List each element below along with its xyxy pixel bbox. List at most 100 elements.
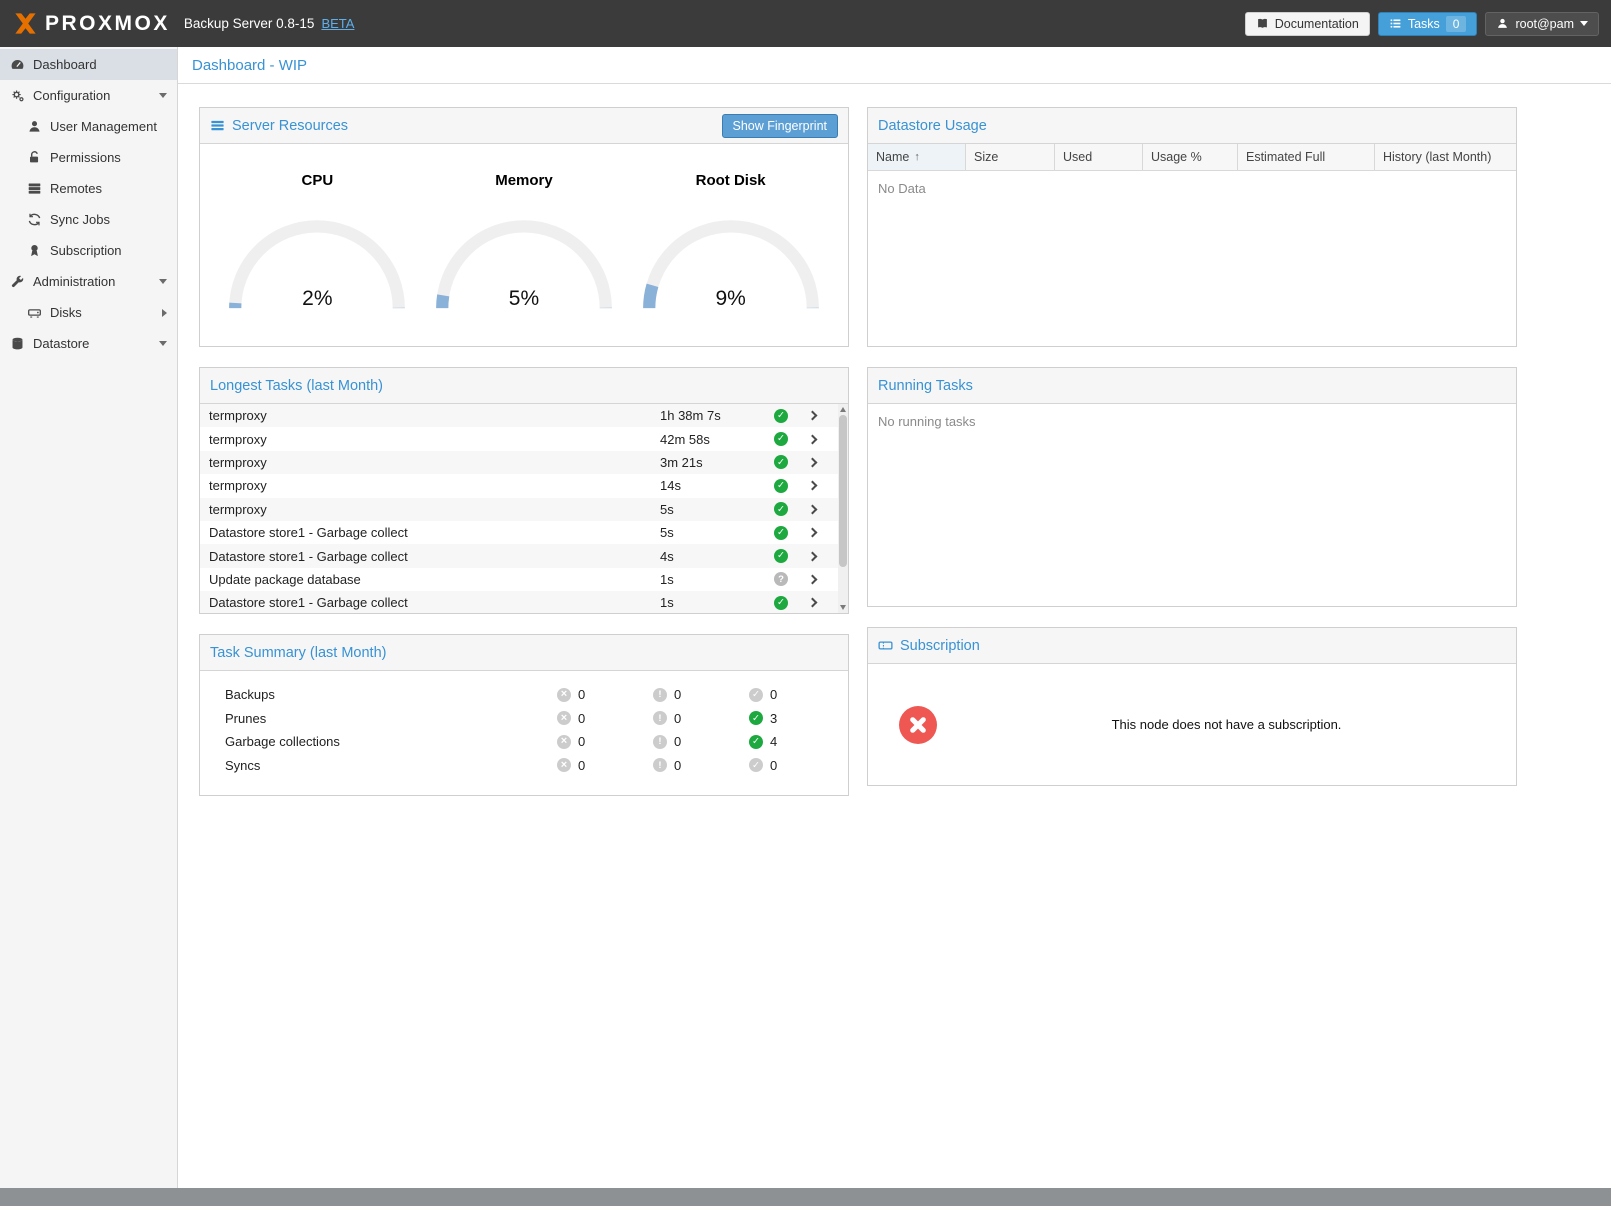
logo-text: PROXMOX: [45, 12, 170, 36]
column-header-history[interactable]: History (last Month): [1375, 144, 1516, 170]
task-row[interactable]: Datastore store1 - Garbage collect 4s: [200, 544, 838, 567]
task-row[interactable]: termproxy 5s: [200, 498, 838, 521]
task-row[interactable]: termproxy 3m 21s: [200, 451, 838, 474]
sidebar-item-dashboard[interactable]: Dashboard: [0, 49, 177, 80]
user-icon: [1496, 17, 1509, 30]
ok-icon: [749, 688, 763, 702]
gears-icon: [10, 88, 25, 103]
task-open[interactable]: [797, 553, 827, 560]
task-status: [765, 572, 797, 586]
user-menu-label: root@pam: [1515, 17, 1574, 31]
task-open[interactable]: [797, 482, 827, 489]
gauges: CPU 2% Memory: [200, 144, 848, 315]
scrollbar[interactable]: [838, 404, 848, 613]
summary-errors: 0: [557, 758, 653, 773]
dashboard-icon: [10, 57, 25, 72]
task-row[interactable]: termproxy 42m 58s: [200, 427, 838, 450]
chevron-right-icon: [807, 411, 817, 421]
scroll-up-icon[interactable]: [840, 407, 846, 412]
chevron-right-icon[interactable]: [162, 309, 167, 317]
task-open[interactable]: [797, 412, 827, 419]
summary-ok: 4: [749, 734, 845, 749]
sidebar-item-administration[interactable]: Administration: [0, 266, 177, 297]
task-open[interactable]: [797, 599, 827, 606]
sidebar-item-sync-jobs[interactable]: Sync Jobs: [0, 204, 177, 235]
task-open[interactable]: [797, 459, 827, 466]
summary-warnings: 0: [653, 711, 749, 726]
sidebar-item-label: Permissions: [50, 150, 121, 165]
summary-warnings: 0: [653, 687, 749, 702]
column-header-usage[interactable]: Usage %: [1143, 144, 1238, 170]
tasks-button[interactable]: Tasks 0: [1378, 12, 1478, 36]
error-icon: [557, 758, 571, 772]
subscription-body: This node does not have a subscription.: [868, 664, 1516, 785]
scroll-down-icon[interactable]: [840, 605, 846, 610]
chevron-right-icon: [807, 574, 817, 584]
sidebar-item-permissions[interactable]: Permissions: [0, 142, 177, 173]
beta-link[interactable]: BETA: [321, 16, 354, 31]
column-header-size[interactable]: Size: [966, 144, 1055, 170]
page-titlebar: Dashboard - WIP: [178, 47, 1611, 84]
bars-icon: [210, 118, 225, 133]
chevron-down-icon[interactable]: [159, 93, 167, 98]
sidebar-item-label: Administration: [33, 274, 115, 289]
resource-gauge: CPU 2%: [221, 172, 413, 315]
task-row[interactable]: Update package database 1s: [200, 568, 838, 591]
task-summary-body: Backups 0 0: [200, 671, 848, 777]
task-open[interactable]: [797, 506, 827, 513]
task-name: termproxy: [200, 478, 660, 493]
column-header-estimated-full[interactable]: Estimated Full: [1238, 144, 1375, 170]
task-row[interactable]: termproxy 1h 38m 7s: [200, 404, 838, 427]
task-name: termproxy: [200, 408, 660, 423]
gauge-label: CPU: [301, 172, 333, 189]
sidebar-item-datastore[interactable]: Datastore: [0, 328, 177, 359]
sidebar-item-disks[interactable]: Disks: [0, 297, 177, 328]
main-area: Dashboard - WIP Server Resources Show Fi…: [178, 47, 1611, 1188]
sync-icon: [27, 212, 42, 227]
column-header-used[interactable]: Used: [1055, 144, 1143, 170]
documentation-button[interactable]: Documentation: [1245, 12, 1370, 36]
task-summary-header: Task Summary (last Month): [200, 635, 848, 671]
error-count: 0: [578, 711, 585, 726]
task-row[interactable]: Datastore store1 - Garbage collect 1s: [200, 591, 838, 613]
sidebar-item-subscription[interactable]: Subscription: [0, 235, 177, 266]
tasks-label: Tasks: [1408, 17, 1440, 31]
task-status: [765, 432, 797, 446]
wrench-icon: [10, 274, 25, 289]
sidebar-item-remotes[interactable]: Remotes: [0, 173, 177, 204]
sidebar-item-label: Configuration: [33, 88, 110, 103]
summary-ok: 3: [749, 711, 845, 726]
longest-tasks-list: termproxy 1h 38m 7s: [200, 404, 848, 613]
status-icon: [774, 409, 788, 423]
chevron-down-icon[interactable]: [159, 279, 167, 284]
task-open[interactable]: [797, 436, 827, 443]
chevron-down-icon[interactable]: [159, 341, 167, 346]
ok-icon: [749, 711, 763, 725]
gauge-value: 5%: [428, 287, 620, 311]
task-rows: termproxy 1h 38m 7s: [200, 404, 838, 613]
task-row[interactable]: Datastore store1 - Garbage collect 5s: [200, 521, 838, 544]
scroll-thumb[interactable]: [839, 415, 847, 567]
column-header-name[interactable]: Name ↑: [868, 144, 966, 170]
warning-icon: [653, 711, 667, 725]
resource-gauge: Root Disk 9%: [635, 172, 827, 315]
task-duration: 1s: [660, 595, 765, 610]
task-open[interactable]: [797, 576, 827, 583]
sidebar-item-user-management[interactable]: User Management: [0, 111, 177, 142]
task-open[interactable]: [797, 529, 827, 536]
show-fingerprint-button[interactable]: Show Fingerprint: [722, 114, 839, 138]
sidebar-item-label: User Management: [50, 119, 157, 134]
task-row[interactable]: termproxy 14s: [200, 474, 838, 497]
proxmox-x-icon: [12, 10, 39, 37]
right-column: Datastore Usage Name ↑ Size Used Usage %…: [867, 107, 1517, 796]
user-menu-button[interactable]: root@pam: [1485, 12, 1599, 36]
task-status: [765, 455, 797, 469]
server-resources-header: Server Resources Show Fingerprint: [200, 108, 848, 144]
task-status: [765, 502, 797, 516]
task-name: Update package database: [200, 572, 660, 587]
sidebar-item-configuration[interactable]: Configuration: [0, 80, 177, 111]
gauge-label: Memory: [495, 172, 553, 189]
sidebar-item-label: Datastore: [33, 336, 89, 351]
warning-count: 0: [674, 711, 681, 726]
server-resources-title: Server Resources: [232, 118, 348, 134]
